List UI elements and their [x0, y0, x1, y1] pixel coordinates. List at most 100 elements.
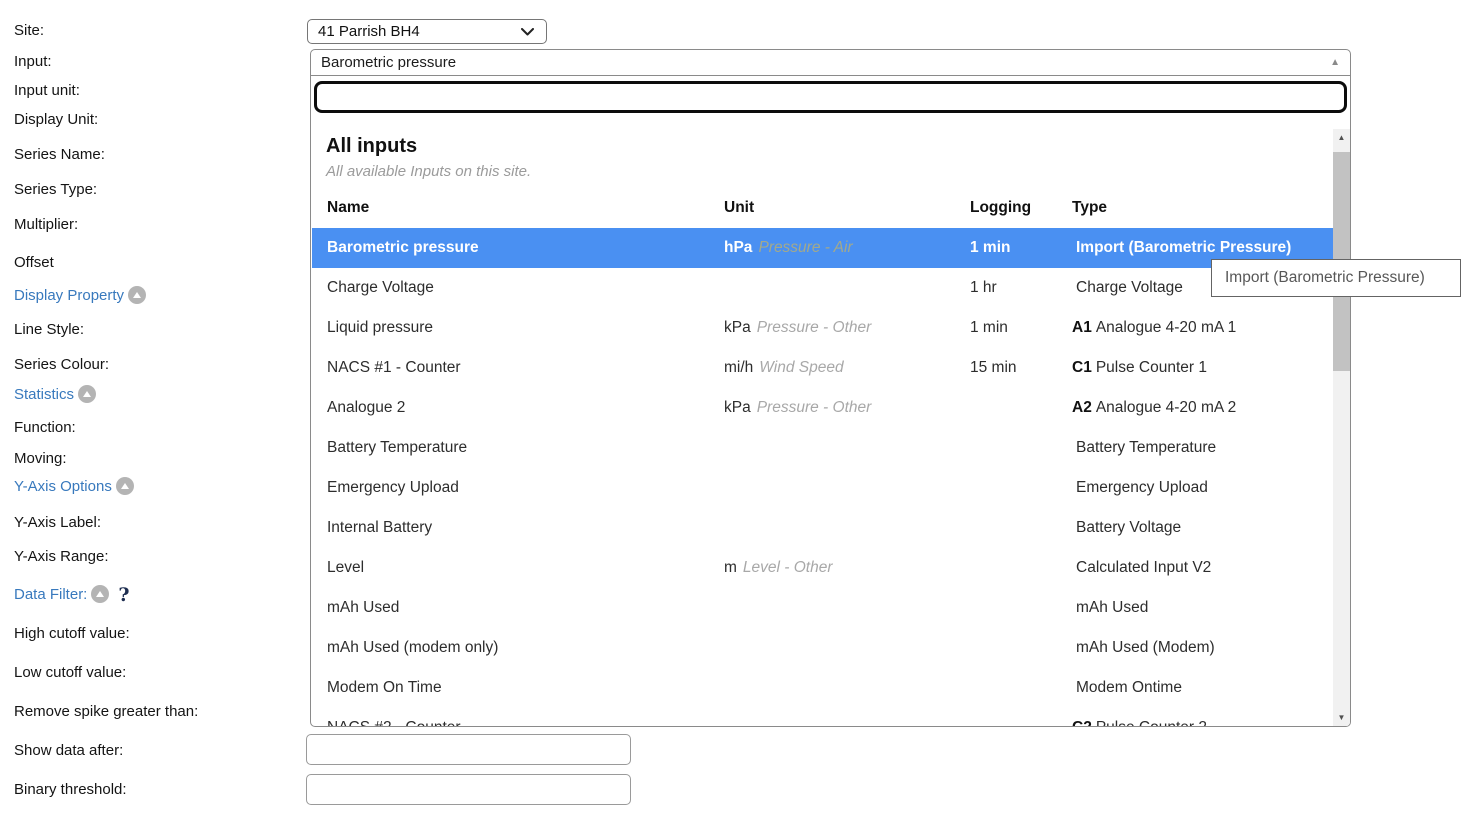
input-name: Modem On Time	[327, 668, 442, 708]
label-function: Function:	[14, 417, 76, 439]
section-data-filter[interactable]: Data Filter:?	[14, 584, 130, 606]
type-name: Analogue 4-20 mA 2	[1096, 399, 1236, 416]
input-type: mAh Used (Modem)	[1072, 628, 1215, 668]
label-offset: Offset	[14, 252, 54, 274]
section-display-property[interactable]: Display Property	[14, 285, 146, 307]
input-row[interactable]: Barometric pressure hPaPressure - Air 1 …	[312, 228, 1334, 268]
help-icon[interactable]: ?	[118, 584, 129, 606]
input-name: mAh Used	[327, 588, 399, 628]
collapse-up-icon[interactable]	[91, 585, 109, 603]
section-statistics[interactable]: Statistics	[14, 384, 96, 406]
input-name: Liquid pressure	[327, 308, 433, 348]
input-type: A1Analogue 4-20 mA 1	[1072, 308, 1236, 348]
show-data-after-input[interactable]	[306, 734, 631, 765]
label-multiplier: Multiplier:	[14, 214, 78, 236]
label-input-unit: Input unit:	[14, 80, 80, 102]
input-dropdown-panel: Barometric pressure ▲ All inputs All ava…	[310, 49, 1351, 727]
unit-code: mi/h	[724, 359, 753, 376]
input-name: NACS #1 - Counter	[327, 348, 461, 388]
input-row[interactable]: Level mLevel - Other Calculated Input V2	[312, 548, 1334, 588]
input-name: Charge Voltage	[327, 268, 434, 308]
input-row[interactable]: Liquid pressure kPaPressure - Other 1 mi…	[312, 308, 1334, 348]
label-site: Site:	[14, 20, 44, 42]
input-logging: 1 hr	[970, 268, 997, 308]
input-type: Modem Ontime	[1072, 668, 1182, 708]
unit-code: hPa	[724, 239, 752, 256]
type-name: mAh Used (Modem)	[1076, 639, 1215, 656]
label-binary-threshold: Binary threshold:	[14, 779, 127, 801]
type-name: Battery Voltage	[1076, 519, 1181, 536]
section-statistics-label: Statistics	[14, 386, 74, 403]
input-name: Barometric pressure	[327, 228, 479, 268]
input-unit: kPaPressure - Other	[724, 308, 871, 348]
input-name: Internal Battery	[327, 508, 432, 548]
type-name: Charge Voltage	[1076, 279, 1183, 296]
input-row[interactable]: Charge Voltage 1 hr Charge Voltage	[312, 268, 1334, 308]
input-type: Calculated Input V2	[1072, 548, 1211, 588]
unit-category: Wind Speed	[759, 359, 843, 376]
type-name: Pulse Counter 1	[1096, 359, 1207, 376]
input-unit	[724, 628, 730, 668]
input-row[interactable]: mAh Used (modem only) mAh Used (Modem)	[312, 628, 1334, 668]
input-unit: mi/h Wind Speed	[724, 348, 844, 388]
input-name: Battery Temperature	[327, 428, 467, 468]
input-type: Emergency Upload	[1072, 468, 1208, 508]
list-header-row: Name Unit Logging Type	[312, 188, 1334, 228]
input-row[interactable]: NACS #1 - Counter mi/hWind Speed 15 min …	[312, 348, 1334, 388]
input-name: NACS #2 - Counter	[327, 708, 461, 727]
input-name: Emergency Upload	[327, 468, 459, 508]
input-row[interactable]: Battery Temperature Battery Temperature	[312, 428, 1334, 468]
label-line-style: Line Style:	[14, 319, 84, 341]
input-row[interactable]: Modem On Time Modem Ontime	[312, 668, 1334, 708]
collapse-up-icon[interactable]	[78, 385, 96, 403]
column-header-logging: Logging	[970, 188, 1031, 228]
label-series-colour: Series Colour:	[14, 354, 109, 376]
input-row[interactable]: Analogue 2 kPaPressure - Other A2Analogu…	[312, 388, 1334, 428]
label-low-cutoff: Low cutoff value:	[14, 662, 126, 684]
type-name: Import (Barometric Pressure)	[1076, 239, 1291, 256]
label-high-cutoff: High cutoff value:	[14, 623, 130, 645]
input-unit	[724, 428, 730, 468]
input-row[interactable]: NACS #2 - Counter C2Pulse Counter 2	[312, 708, 1334, 727]
input-search-field[interactable]	[314, 81, 1347, 113]
binary-threshold-input[interactable]	[306, 774, 631, 805]
label-series-name: Series Name:	[14, 144, 105, 166]
type-name: Emergency Upload	[1076, 479, 1208, 496]
unit-category: Level - Other	[743, 559, 833, 576]
input-type: mAh Used	[1072, 588, 1148, 628]
type-tooltip: Import (Barometric Pressure)	[1211, 259, 1461, 297]
scroll-up-icon[interactable]: ▲	[1330, 50, 1340, 75]
input-list: Barometric pressure hPaPressure - Air 1 …	[312, 228, 1334, 727]
input-combobox[interactable]: Barometric pressure ▲	[311, 50, 1350, 76]
site-select-value: 41 Parrish BH4	[318, 20, 420, 43]
list-scrollbar[interactable]: ▲ ▼	[1333, 129, 1350, 726]
unit-code: kPa	[724, 399, 751, 416]
collapse-up-icon[interactable]	[128, 286, 146, 304]
type-prefix: C1	[1072, 359, 1092, 376]
type-name: Analogue 4-20 mA 1	[1096, 319, 1236, 336]
unit-category: Pressure - Other	[757, 399, 872, 416]
type-prefix: C2	[1072, 719, 1092, 727]
input-unit	[724, 508, 730, 548]
input-name: mAh Used (modem only)	[327, 628, 498, 668]
input-unit	[724, 708, 730, 727]
input-row[interactable]: Internal Battery Battery Voltage	[312, 508, 1334, 548]
type-name: mAh Used	[1076, 599, 1148, 616]
input-type: C2Pulse Counter 2	[1072, 708, 1207, 727]
site-select[interactable]: 41 Parrish BH4	[307, 19, 547, 44]
series-settings-page: Site: Input: Input unit: Display Unit: S…	[0, 0, 1481, 839]
input-row[interactable]: Emergency Upload Emergency Upload	[312, 468, 1334, 508]
input-unit: hPaPressure - Air	[724, 228, 853, 268]
input-row[interactable]: mAh Used mAh Used	[312, 588, 1334, 628]
scrollbar-down-icon[interactable]: ▼	[1333, 709, 1350, 726]
collapse-up-icon[interactable]	[116, 477, 134, 495]
section-y-axis-options[interactable]: Y-Axis Options	[14, 476, 134, 498]
input-unit	[724, 468, 730, 508]
section-y-axis-options-label: Y-Axis Options	[14, 478, 112, 495]
input-type: Charge Voltage	[1072, 268, 1183, 308]
scrollbar-up-icon[interactable]: ▲	[1333, 129, 1350, 146]
chevron-down-icon	[521, 28, 534, 36]
input-name: Level	[327, 548, 364, 588]
input-combobox-value: Barometric pressure	[321, 50, 456, 75]
label-y-axis-label: Y-Axis Label:	[14, 512, 101, 534]
